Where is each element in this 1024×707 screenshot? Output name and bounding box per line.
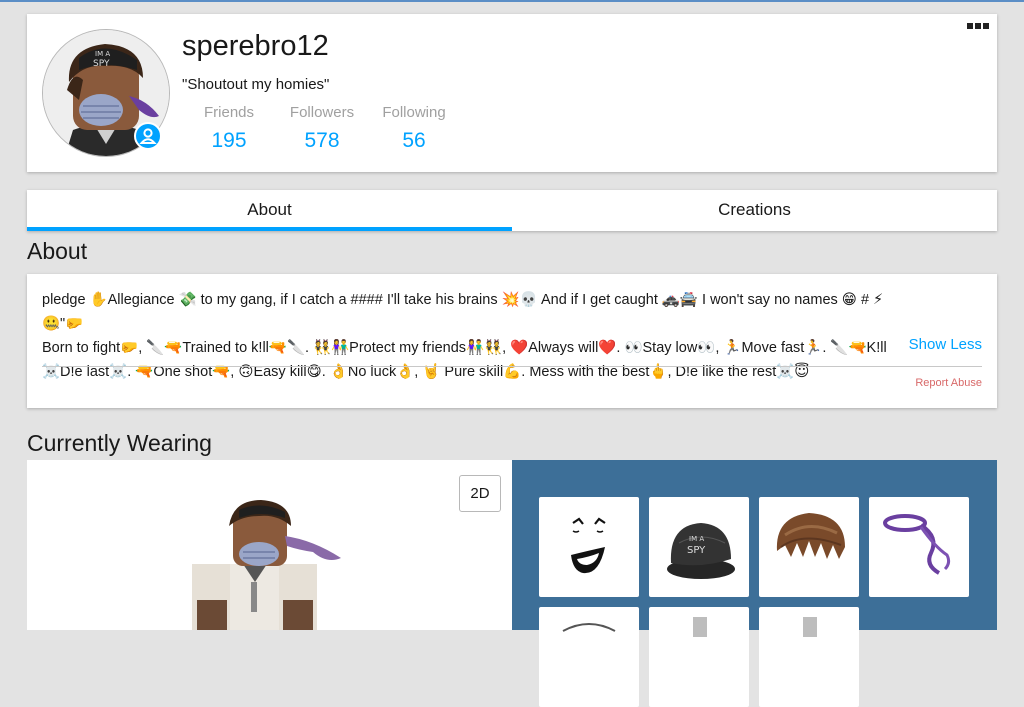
cap-icon: IM A SPY (667, 523, 735, 579)
item-thumbnail-icon (693, 617, 707, 637)
item-hair[interactable] (759, 497, 859, 597)
following-count[interactable]: 56 (381, 129, 447, 153)
item-thumbnail-icon (562, 623, 616, 632)
show-less-link[interactable]: Show Less (909, 336, 982, 353)
about-line: Born to fight🤛, 🔪🔫Trained to k!ll🔫🔪. 👯👫P… (42, 340, 887, 356)
wearing-items-panel: IM A SPY (512, 460, 997, 707)
username: sperebro12 (182, 30, 329, 62)
followers-count[interactable]: 578 (287, 129, 357, 153)
hair-icon (776, 513, 845, 559)
followers-stat[interactable]: Followers 578 (287, 104, 357, 153)
currently-wearing-heading: Currently Wearing (27, 430, 212, 456)
bandana-icon (883, 514, 951, 575)
svg-text:IM A: IM A (95, 50, 110, 58)
about-panel: pledge ✋Allegiance 💸 to my gang, if I ca… (27, 274, 997, 408)
profile-status: "Shoutout my homies" (182, 76, 330, 93)
followers-label: Followers (289, 104, 355, 121)
item-tile-row2[interactable] (759, 607, 859, 707)
user-icon (139, 128, 157, 144)
about-heading: About (27, 238, 88, 264)
about-line: ☠️D!e last☠️. 🔫One shot🔫, 🙃Easy kill😋. 👌… (42, 364, 810, 380)
avatar-preview-panel: 2D (27, 460, 512, 630)
report-abuse-link[interactable]: Report Abuse (915, 377, 982, 389)
item-bandana[interactable] (869, 497, 969, 597)
friends-label: Friends (203, 104, 255, 121)
item-tile-row2[interactable] (539, 607, 639, 707)
about-line: pledge ✋Allegiance 💸 to my gang, if I ca… (42, 292, 884, 332)
more-dots-icon[interactable] (967, 23, 989, 29)
item-thumbnail-icon (803, 617, 817, 637)
svg-text:IM A: IM A (689, 535, 704, 543)
profile-header: IM A SPY sperebro12 "Shoutout my homies"… (27, 14, 997, 172)
item-tile-row2[interactable] (649, 607, 749, 707)
divider (42, 366, 982, 367)
following-label: Following (382, 104, 446, 121)
avatar-full-body-image (192, 500, 341, 630)
svg-text:SPY: SPY (93, 59, 110, 69)
tab-creations[interactable]: Creations (512, 190, 997, 231)
svg-text:SPY: SPY (687, 545, 706, 556)
following-stat[interactable]: Following 56 (381, 104, 447, 153)
smile-face-icon (571, 517, 606, 574)
top-accent-line (0, 0, 1024, 2)
item-face[interactable] (539, 497, 639, 597)
about-description: pledge ✋Allegiance 💸 to my gang, if I ca… (42, 288, 902, 384)
profile-tabs: About Creations (27, 190, 997, 231)
tab-about[interactable]: About (27, 190, 512, 231)
item-spy-cap[interactable]: IM A SPY (649, 497, 749, 597)
friends-stat[interactable]: Friends 195 (203, 104, 255, 153)
friends-count[interactable]: 195 (203, 129, 255, 153)
online-status-badge (134, 122, 162, 150)
